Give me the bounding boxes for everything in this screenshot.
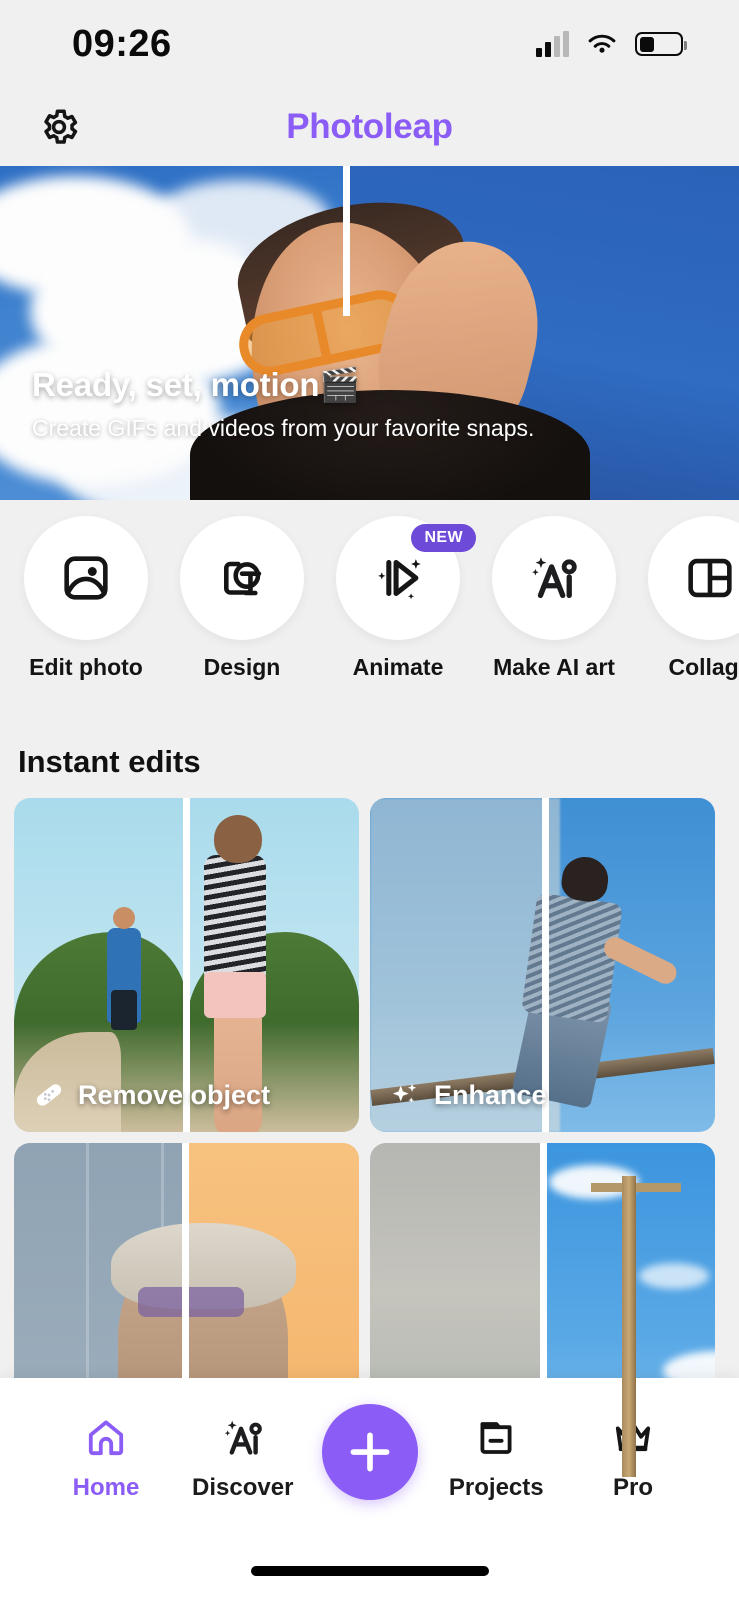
- design-text-icon: [223, 561, 262, 596]
- hero-title: Ready, set, motion🎬: [32, 366, 361, 403]
- instant-edits-row: Remove object Enhance: [14, 798, 725, 1132]
- quick-actions-row[interactable]: Edit photo Design NEW Animate Make AI ar…: [0, 516, 739, 706]
- nav-item-projects[interactable]: Projects: [438, 1414, 554, 1502]
- nav-item-home[interactable]: Home: [48, 1414, 164, 1502]
- nav-item-discover[interactable]: Discover: [185, 1414, 301, 1502]
- card-subject-girl: [203, 814, 266, 985]
- quick-action-label: Design: [203, 654, 281, 680]
- hero-subtitle: Create GIFs and videos from your favorit…: [32, 415, 535, 441]
- ai-sparkle-icon: [224, 1420, 262, 1455]
- card-label-row: Remove object: [32, 1078, 270, 1112]
- animate-play-icon: [378, 559, 421, 600]
- quick-action-label: Make AI art: [493, 654, 615, 680]
- status-badge: NEW: [411, 524, 476, 552]
- gear-icon[interactable]: [36, 104, 82, 150]
- card-before-after-divider: [182, 1143, 189, 1477]
- photo-icon: [64, 556, 108, 600]
- battery-icon: [635, 32, 687, 56]
- cellular-signal-icon: [536, 31, 569, 57]
- hero-banner[interactable]: Ready, set, motion🎬 Create GIFs and vide…: [0, 166, 739, 500]
- hero-text-block: Ready, set, motion🎬 Create GIFs and vide…: [32, 366, 715, 442]
- instant-edit-card-remove-object[interactable]: Remove object: [14, 798, 359, 1132]
- quick-action-edit-photo-button[interactable]: [24, 516, 148, 640]
- nav-item-label: Discover: [192, 1474, 294, 1501]
- card-subject-boy: [107, 907, 142, 1031]
- quick-action-label: Collage: [668, 654, 739, 680]
- quick-action-collage-button[interactable]: [648, 516, 739, 640]
- app-header: Photoleap: [0, 88, 739, 166]
- plus-icon: [350, 1432, 389, 1472]
- card-subject-shorts: [203, 971, 266, 1018]
- wifi-icon: [588, 34, 616, 53]
- card-subject-sunglasses: [138, 1286, 245, 1317]
- quick-action-collage[interactable]: Collage: [648, 516, 739, 706]
- quick-action-design-button[interactable]: [180, 516, 304, 640]
- status-bar: 09:26: [0, 0, 739, 88]
- nav-item-label: Pro: [612, 1474, 653, 1501]
- card-subject-skater: [520, 892, 623, 1024]
- card-before-after-divider: [540, 1143, 547, 1477]
- sparkles-icon: [392, 1083, 417, 1103]
- status-indicators: [536, 31, 687, 57]
- quick-action-animate[interactable]: NEW Animate: [336, 516, 476, 706]
- nav-item-label: Home: [72, 1474, 140, 1501]
- app-screen: 09:26 Photoleap Ready, set, motion🎬 Crea…: [0, 0, 739, 1600]
- hero-before-after-divider: [343, 166, 350, 316]
- collage-grid-icon: [688, 558, 732, 598]
- section-title-instant-edits: Instant edits: [18, 744, 201, 779]
- quick-action-label: Edit photo: [29, 654, 143, 680]
- ai-sparkle-icon: [532, 557, 577, 599]
- create-new-button[interactable]: [321, 1404, 418, 1500]
- folder-icon: [480, 1422, 512, 1454]
- card-label-row: Enhance: [388, 1078, 547, 1112]
- home-icon: [88, 1420, 124, 1456]
- bandage-icon: [36, 1084, 62, 1106]
- page-title: Photoleap: [286, 107, 453, 146]
- card-subject-legs: [214, 1018, 263, 1132]
- quick-action-make-ai-art[interactable]: Make AI art: [492, 516, 616, 706]
- quick-action-edit-photo[interactable]: Edit photo: [24, 516, 148, 706]
- card-label: Enhance: [434, 1079, 547, 1110]
- status-time: 09:26: [72, 22, 172, 65]
- home-indicator: [250, 1566, 489, 1576]
- instant-edit-card-enhance[interactable]: Enhance: [370, 798, 715, 1132]
- card-label: Remove object: [78, 1079, 271, 1110]
- card-utility-pole: [621, 1176, 636, 1477]
- quick-action-make-ai-art-button[interactable]: [492, 516, 616, 640]
- nav-item-label: Projects: [448, 1474, 544, 1501]
- quick-action-design[interactable]: Design: [180, 516, 304, 706]
- quick-action-label: Animate: [352, 654, 444, 680]
